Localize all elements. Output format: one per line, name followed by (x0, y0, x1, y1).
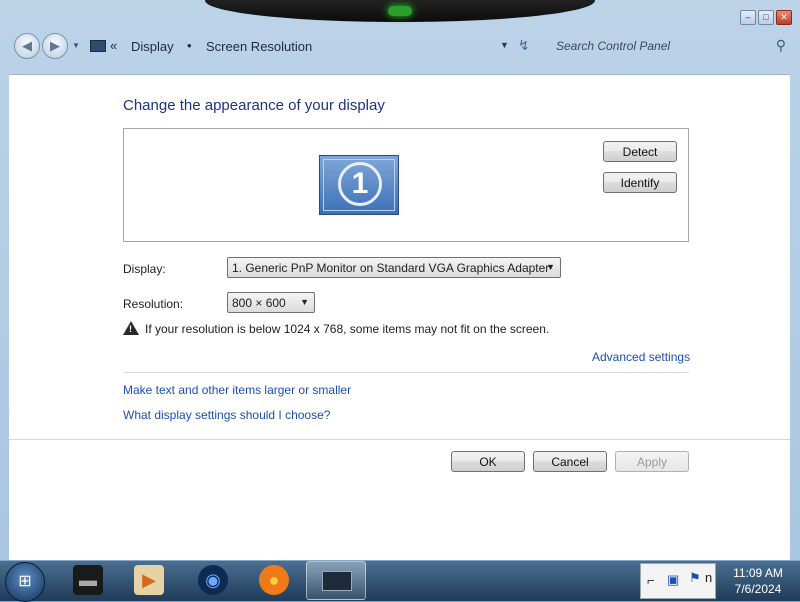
tablet-icon[interactable]: ▬ (73, 565, 103, 595)
identify-button[interactable]: Identify (603, 172, 677, 193)
close-button[interactable]: ✕ (776, 10, 792, 25)
display-label: Display: (123, 262, 166, 276)
page-title: Change the appearance of your display (123, 97, 385, 114)
address-bar: ◀ ▶ ▼ « Display • Screen Resolution ▼ ↯ … (10, 28, 792, 66)
footer-divider (9, 439, 790, 440)
media-player-icon[interactable]: ▶ (134, 565, 164, 595)
detect-button[interactable]: Detect (603, 141, 677, 162)
firefox-icon[interactable]: ● (259, 565, 289, 595)
display-select-value: 1. Generic PnP Monitor on Standard VGA G… (232, 261, 550, 275)
cancel-button[interactable]: Cancel (533, 451, 607, 472)
start-button[interactable]: ⊞ (5, 562, 45, 602)
display-window-icon (322, 571, 352, 591)
ok-button[interactable]: OK (451, 451, 525, 472)
caption-buttons: – □ ✕ (740, 10, 792, 25)
clock-date: 7/6/2024 (734, 582, 782, 596)
maximize-button[interactable]: □ (758, 10, 774, 25)
taskbar: ⊞ ▬ ▶ ◉ ● ⌐ ▣ ⚑ n 11:09 AM 7/6/2024 (0, 560, 800, 602)
refresh-icon[interactable]: ↯ (518, 37, 530, 54)
display-select[interactable]: 1. Generic PnP Monitor on Standard VGA G… (227, 257, 561, 278)
search-icon[interactable]: ⚲ (776, 37, 786, 54)
clock-time: 11:09 AM (733, 566, 783, 580)
advanced-settings-link[interactable]: Advanced settings (592, 350, 690, 364)
resolution-select[interactable]: 800 × 600 ▼ (227, 292, 315, 313)
breadcrumb-display[interactable]: Display (131, 39, 174, 54)
resolution-select-value: 800 × 600 (232, 296, 286, 310)
monitor-number: 1 (338, 162, 382, 206)
notification-area: ⌐ ▣ ⚑ n (640, 563, 716, 599)
control-panel-icon (90, 40, 106, 52)
resolution-warning: If your resolution is below 1024 x 768, … (145, 322, 550, 336)
text-size-link[interactable]: Make text and other items larger or smal… (123, 383, 351, 397)
desktop-gadget-bar (205, 0, 595, 22)
search-input[interactable]: Search Control Panel (556, 39, 670, 53)
chevron-down-icon: ▼ (300, 297, 309, 307)
apply-button[interactable]: Apply (615, 451, 689, 472)
main-content: Change the appearance of your display 1 … (9, 74, 790, 561)
display-help-link[interactable]: What display settings should I choose? (123, 408, 330, 422)
address-dropdown-icon[interactable]: ▼ (500, 40, 509, 50)
tray-clipped-text: n (705, 570, 713, 585)
warning-icon: ! (123, 321, 139, 335)
taskbar-active-window[interactable] (306, 561, 366, 600)
breadcrumb-separator: • (187, 38, 192, 53)
search-box[interactable]: Search Control Panel ⚲ (548, 34, 792, 58)
breadcrumb-screen-resolution[interactable]: Screen Resolution (206, 39, 312, 54)
action-center-icon[interactable]: ⚑ (689, 570, 701, 586)
globe-icon[interactable]: ◉ (198, 565, 228, 595)
resolution-label: Resolution: (123, 297, 184, 311)
control-panel-window: – □ ✕ ◀ ▶ ▼ « Display • Screen Resolutio… (0, 0, 800, 561)
back-arrow-icon[interactable]: ◀ (14, 33, 40, 59)
gadget-glow-icon (388, 6, 412, 16)
minimize-button[interactable]: – (740, 10, 756, 25)
forward-arrow-icon[interactable]: ▶ (42, 33, 68, 59)
chevron-down-icon: ▼ (546, 262, 555, 272)
clock[interactable]: 11:09 AM 7/6/2024 (716, 565, 800, 597)
divider (123, 372, 689, 373)
monitor-icon[interactable]: 1 (319, 155, 399, 215)
display-preview-panel: 1 Detect Identify (123, 128, 689, 242)
breadcrumb-overflow[interactable]: « (110, 38, 117, 53)
keyboard-icon[interactable]: ⌐ (647, 573, 655, 588)
recent-pages-dropdown-icon[interactable]: ▼ (72, 41, 80, 50)
network-icon[interactable]: ▣ (667, 572, 679, 588)
